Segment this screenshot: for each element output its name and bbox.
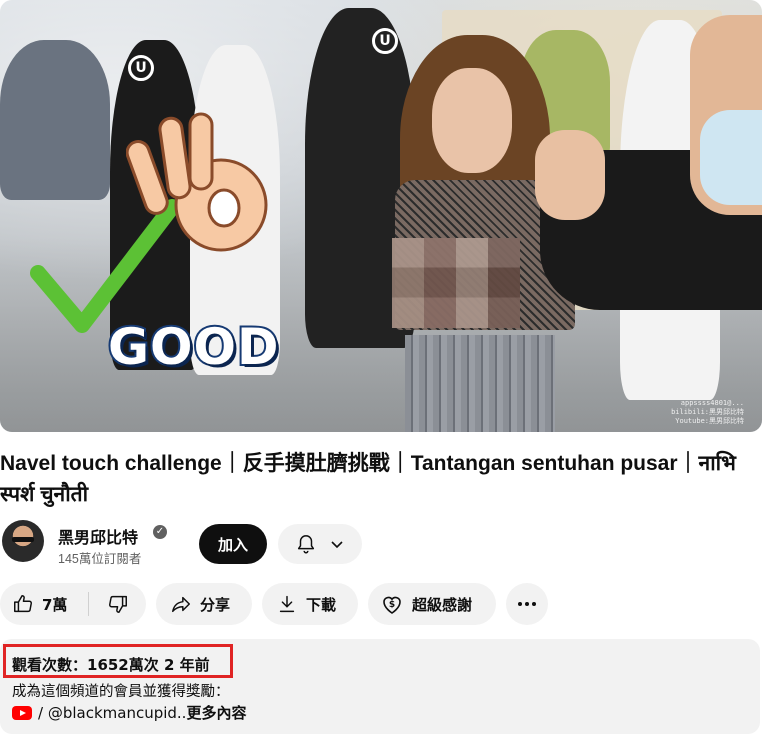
host-face (432, 68, 512, 173)
share-button[interactable]: 分享 (156, 583, 252, 625)
more-actions-button[interactable] (506, 583, 548, 625)
channel-handle-link[interactable]: / @blackmancupid.. (38, 704, 186, 722)
watermark-line: appssss4801@... (680, 399, 744, 407)
thumbs-down-icon (108, 595, 127, 613)
notification-bell-button[interactable] (278, 524, 362, 564)
dislike-button[interactable] (89, 593, 146, 615)
description-link-row: / @blackmancupid..更多內容 (12, 702, 246, 723)
view-count-and-date: 觀看次數：1652萬次 2 年前 (12, 656, 210, 674)
video-title: Navel touch challenge｜反手摸肚臍挑戰｜Tantangan … (0, 452, 736, 506)
good-overlay-text: GOOD (106, 316, 281, 378)
channel-name[interactable]: 黑男邱比特 (58, 524, 138, 548)
channel-avatar[interactable] (2, 520, 44, 562)
chevron-down-icon (331, 541, 343, 549)
download-button[interactable]: 下載 (262, 583, 358, 625)
video-player[interactable]: U U GOOD appssss4801@... bilibili:黑男邱比特 … (0, 0, 762, 432)
show-more-link[interactable]: 更多內容 (186, 704, 246, 722)
face-mask (700, 110, 762, 205)
super-thanks-label: 超級感謝 (412, 595, 473, 614)
super-thanks-icon: $ (383, 596, 401, 614)
hood-logo: U (372, 28, 398, 54)
description-text: 成為這個頻道的會員並獲得獎勵： (12, 684, 230, 700)
watermark-line: Youtube:黑男邱比特 (675, 417, 744, 425)
join-button[interactable]: 加入 (199, 524, 267, 564)
super-thanks-button[interactable]: $ 超級感謝 (368, 583, 496, 625)
more-horizontal-icon (518, 602, 536, 606)
hood-logo: U (128, 55, 154, 81)
verified-icon: ✓ (153, 525, 167, 539)
thumbs-up-icon (14, 595, 32, 613)
action-bar: 7萬 分享 下載 $ 超級感謝 (0, 583, 768, 625)
ok-hand-icon (126, 112, 268, 252)
thumbs-up-hand (535, 130, 605, 220)
svg-text:$: $ (389, 600, 395, 610)
like-button[interactable]: 7萬 (0, 593, 88, 615)
share-icon (172, 596, 190, 613)
download-icon (279, 595, 295, 613)
youtube-icon (12, 705, 32, 720)
like-count: 7萬 (42, 595, 68, 614)
share-label: 分享 (200, 595, 231, 614)
like-dislike-group: 7萬 (0, 583, 146, 625)
watermark-line: bilibili:黑男邱比特 (671, 408, 744, 416)
censor-mosaic (392, 238, 520, 328)
video-watermark: appssss4801@... bilibili:黑男邱比特 Youtube:黑… (671, 399, 744, 426)
channel-row: 黑男邱比特 ✓ 145萬位訂閱者 加入 (0, 520, 768, 570)
bell-icon (297, 535, 315, 554)
subscriber-count: 145萬位訂閱者 (58, 552, 142, 566)
host-skirt (405, 335, 555, 432)
crowd-person (0, 40, 110, 200)
download-label: 下載 (306, 595, 337, 614)
